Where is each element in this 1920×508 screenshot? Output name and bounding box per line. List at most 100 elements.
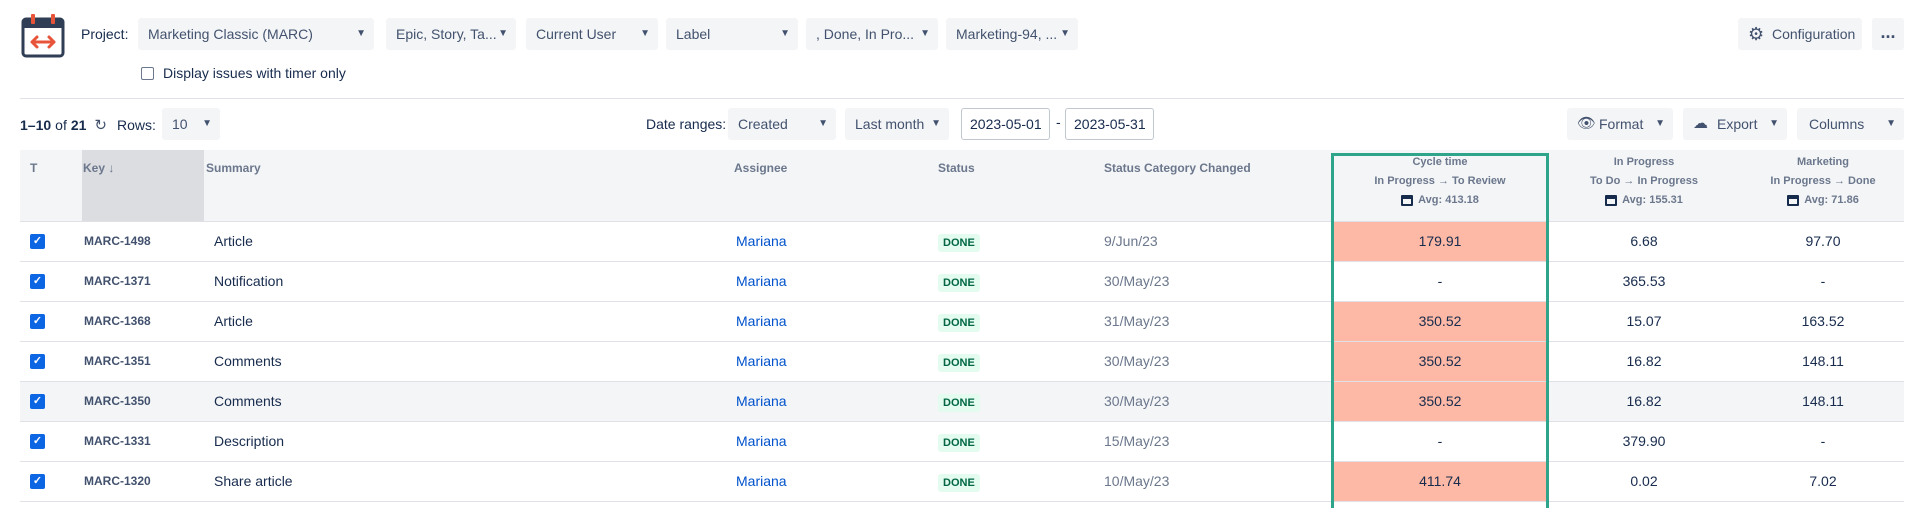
columns-button[interactable]: Columns ▼ <box>1797 108 1904 140</box>
rows-select[interactable]: 10 ▼ <box>162 108 220 140</box>
issue-assignee[interactable]: Mariana <box>736 262 787 301</box>
column-header-in-progress[interactable]: In Progress To Do → In Progress Avg: 155… <box>1546 150 1742 221</box>
chevron-down-icon: ▼ <box>498 28 508 39</box>
issue-type-select[interactable]: Epic, Story, Ta... ▼ <box>386 18 516 50</box>
sprint-select[interactable]: Marketing-94, ... ▼ <box>946 18 1078 50</box>
column-header-status[interactable]: Status <box>932 150 1100 221</box>
status-cell: DONE <box>938 382 980 421</box>
project-label: Project: <box>81 26 129 42</box>
chevron-down-icon: ▼ <box>1060 28 1070 39</box>
status-badge: DONE <box>938 474 980 492</box>
label-select[interactable]: Label ▼ <box>666 18 798 50</box>
table-row[interactable]: ✓ MARC-1331 Description Mariana DONE 15/May/2… <box>20 422 1904 462</box>
marketing-value: - <box>1820 273 1826 289</box>
date-separator: - <box>1056 114 1061 130</box>
pagination-info: 1–10 of 21 ↻ Rows: <box>20 116 162 134</box>
cycle-time-value: 350.52 <box>1334 302 1546 341</box>
cycle-time-value: 411.74 <box>1334 462 1546 501</box>
configuration-label: Configuration <box>1772 26 1856 42</box>
table-row[interactable]: ✓ MARC-1350 Comments Mariana DONE 30/May/23 35… <box>20 382 1904 422</box>
cloud-export-icon: ☁ <box>1693 115 1708 132</box>
issue-summary: Description <box>214 433 285 449</box>
timer-only-checkbox[interactable] <box>141 66 154 80</box>
table-row[interactable]: ✓ MARC-1368 Article Mariana DONE 31/May/23 350… <box>20 302 1904 342</box>
table-row[interactable]: ✓ MARC-1498 Article Mariana DONE 9/Jun/23 179.… <box>20 222 1904 262</box>
in-progress-sub: To Do → In Progress <box>1590 175 1698 187</box>
date-to-input[interactable]: 2023-05-31 <box>1065 108 1154 140</box>
rows-label: Rows: <box>117 117 156 133</box>
checkbox-checked-icon[interactable]: ✓ <box>30 314 45 329</box>
status-select[interactable]: , Done, In Pro... ▼ <box>806 18 938 50</box>
user-select[interactable]: Current User ▼ <box>526 18 658 50</box>
issue-key[interactable]: MARC-1350 <box>84 382 151 421</box>
checkbox-checked-icon[interactable]: ✓ <box>30 274 45 289</box>
checkbox-checked-icon[interactable]: ✓ <box>30 394 45 409</box>
export-button[interactable]: ☁ Export ▼ <box>1683 108 1787 140</box>
refresh-icon[interactable]: ↻ <box>94 116 107 134</box>
status-badge: DONE <box>938 234 980 252</box>
checkbox-checked-icon[interactable]: ✓ <box>30 234 45 249</box>
issue-assignee[interactable]: Mariana <box>736 222 787 261</box>
format-button[interactable]: 👁 Format ▼ <box>1567 108 1673 140</box>
chevron-down-icon: ▼ <box>780 28 790 39</box>
checkbox-checked-icon[interactable]: ✓ <box>30 474 45 489</box>
issue-assignee[interactable]: Mariana <box>736 302 787 341</box>
column-header-cycle-time[interactable]: Cycle time In Progress → To Review Avg: … <box>1334 150 1546 221</box>
column-header-status-changed[interactable]: Status Category Changed <box>1100 150 1334 221</box>
marketing-avg-value: Avg: 71.86 <box>1804 194 1859 206</box>
configuration-button[interactable]: ⚙ Configuration <box>1738 18 1862 50</box>
cycle-time-avg: Avg: 413.18 <box>1401 191 1479 210</box>
date-field-select[interactable]: Created ▼ <box>728 108 836 140</box>
chevron-down-icon: ▼ <box>1655 118 1665 129</box>
column-header-summary[interactable]: Summary <box>204 150 732 221</box>
checkbox-checked-icon[interactable]: ✓ <box>30 354 45 369</box>
sprint-select-value: Marketing-94, ... <box>956 26 1058 42</box>
in-progress-avg: Avg: 155.31 <box>1605 191 1683 210</box>
date-from-input[interactable]: 2023-05-01 <box>961 108 1050 140</box>
more-button[interactable]: ... <box>1872 18 1904 50</box>
status-badge: DONE <box>938 314 980 332</box>
issue-assignee[interactable]: Mariana <box>736 422 787 461</box>
issue-key[interactable]: MARC-1331 <box>84 422 151 461</box>
column-header-assignee[interactable]: Assignee <box>732 150 932 221</box>
issue-type-select-value: Epic, Story, Ta... <box>396 26 497 42</box>
column-header-key[interactable]: Key ↓ <box>82 150 204 221</box>
table-row[interactable]: ✓ MARC-1371 Notification Mariana DONE 30/May/… <box>20 262 1904 302</box>
issue-key[interactable]: MARC-1371 <box>84 262 151 301</box>
issue-assignee[interactable]: Mariana <box>736 342 787 381</box>
date-ranges-label: Date ranges: <box>646 116 727 132</box>
status-cell: DONE <box>938 302 980 341</box>
table-row[interactable]: ✓ MARC-1320 Share article Mariana DONE 10/May… <box>20 462 1904 502</box>
cycle-time-avg-value: Avg: 413.18 <box>1418 194 1479 206</box>
timer-only-option[interactable]: Display issues with timer only <box>141 65 346 81</box>
table-header: T Key ↓ Summary Assignee Status Status C… <box>20 150 1904 222</box>
cycle-time-value: - <box>1437 433 1443 449</box>
more-icon: ... <box>1880 22 1896 42</box>
date-from-value: 2023-05-01 <box>970 116 1042 132</box>
export-label: Export <box>1717 116 1758 132</box>
issue-key[interactable]: MARC-1498 <box>84 222 151 261</box>
period-select[interactable]: Last month ▼ <box>845 108 949 140</box>
issue-assignee[interactable]: Mariana <box>736 462 787 501</box>
in-progress-value: 365.53 <box>1622 273 1666 289</box>
label-select-value: Label <box>676 26 711 42</box>
cycle-time-value: 350.52 <box>1334 382 1546 421</box>
status-cell: DONE <box>938 462 980 501</box>
status-badge: DONE <box>938 274 980 292</box>
issue-key[interactable]: MARC-1351 <box>84 342 151 381</box>
checkbox-checked-icon[interactable]: ✓ <box>30 434 45 449</box>
of-text: of <box>55 117 67 133</box>
in-progress-value: 6.68 <box>1630 233 1658 249</box>
eye-icon: 👁 <box>1577 115 1597 132</box>
column-header-type[interactable]: T <box>20 150 82 221</box>
status-changed-date: 30/May/23 <box>1104 353 1170 369</box>
issue-assignee[interactable]: Mariana <box>736 382 787 421</box>
column-header-marketing[interactable]: Marketing In Progress → Done Avg: 71.86 <box>1742 150 1904 221</box>
user-select-value: Current User <box>536 26 617 42</box>
issue-key[interactable]: MARC-1320 <box>84 462 151 501</box>
issue-key[interactable]: MARC-1368 <box>84 302 151 341</box>
project-select[interactable]: Marketing Classic (MARC) ▼ <box>138 18 374 50</box>
table-row[interactable]: ✓ MARC-1351 Comments Mariana DONE 30/May/23 35… <box>20 342 1904 382</box>
status-changed-date: 30/May/23 <box>1104 273 1170 289</box>
date-to-value: 2023-05-31 <box>1074 116 1146 132</box>
